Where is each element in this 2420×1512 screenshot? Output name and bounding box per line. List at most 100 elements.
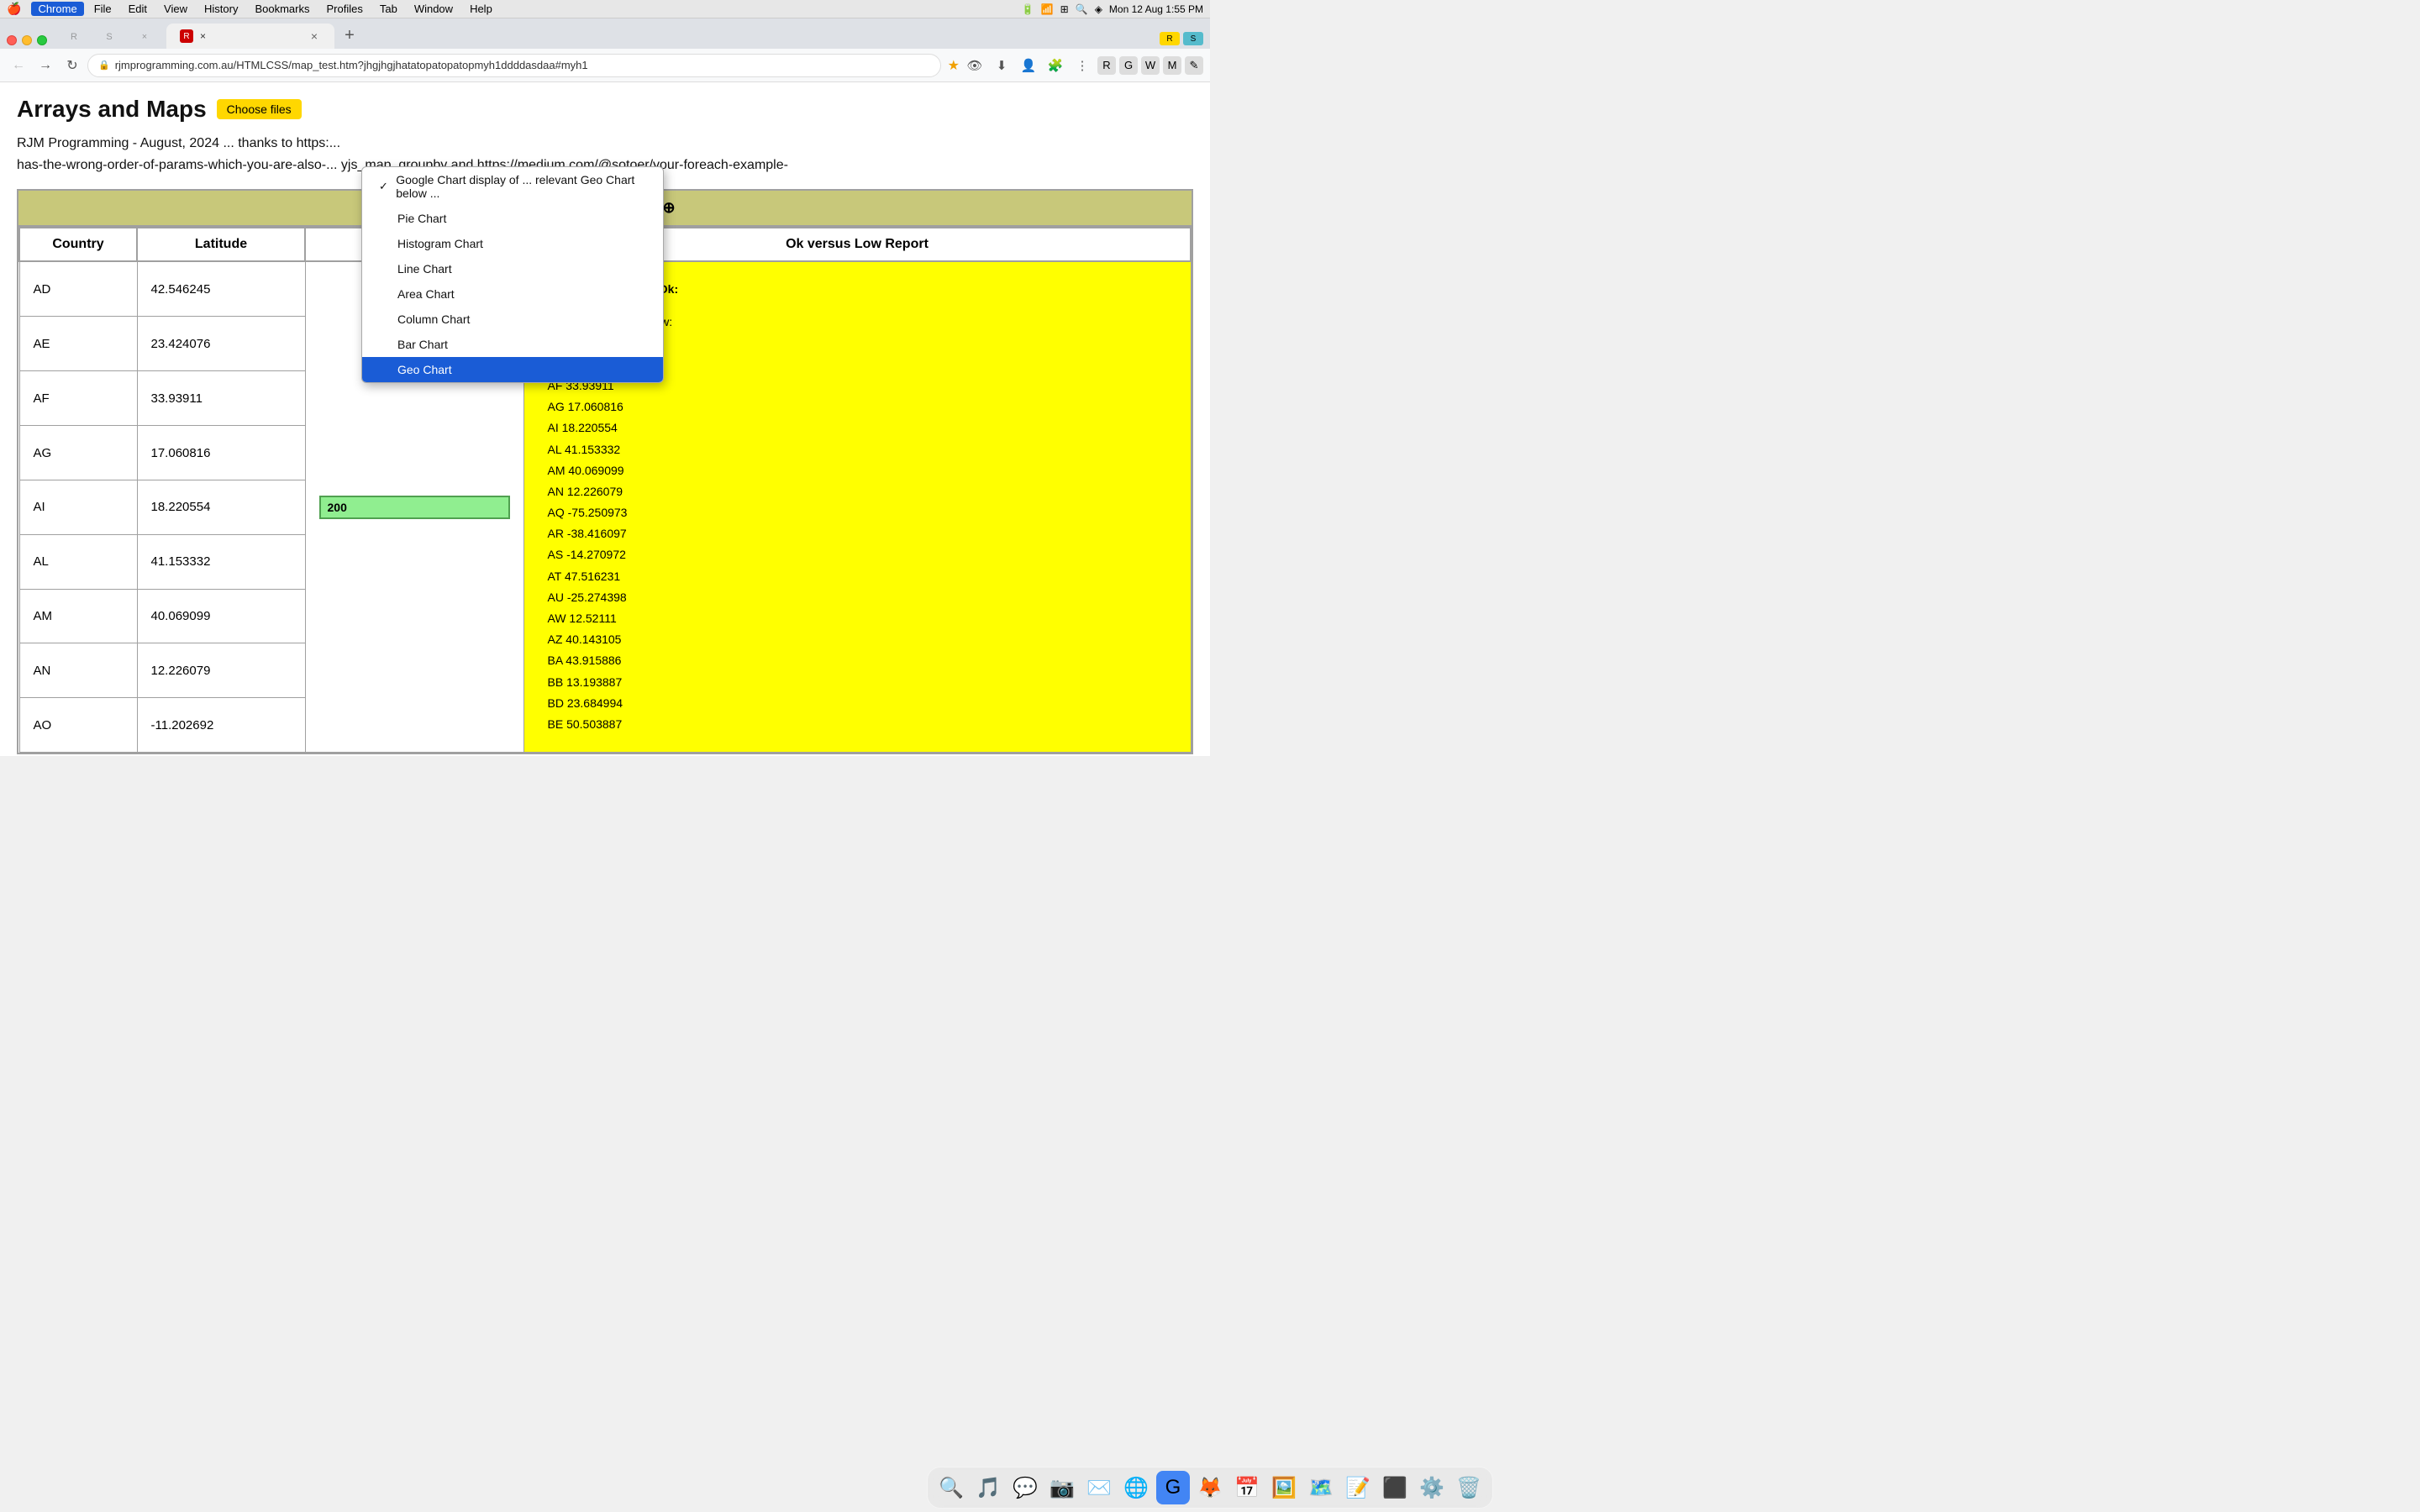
dock-photos[interactable]: 🖼️	[1267, 1471, 1301, 1504]
menu-bar-right: 🔋 📶 ⊞ 🔍 ◈ Mon 12 Aug 1:55 PM	[1022, 3, 1203, 15]
tab-bar: R S × R × × + R S	[0, 18, 1210, 49]
col-latitude: Latitude	[137, 228, 305, 261]
page-content: Arrays and Maps Choose files RJM Program…	[0, 82, 1210, 756]
url-text: rjmprogramming.com.au/HTMLCSS/map_test.h…	[115, 59, 930, 71]
toolbar-ext-2[interactable]: G	[1119, 56, 1138, 75]
profile-icon[interactable]: 👤	[1017, 54, 1040, 77]
dock-finder[interactable]: 🔍	[934, 1471, 968, 1504]
screen-reader-icon[interactable]: 👁	[963, 54, 986, 77]
chrome-window: R S × R × × + R S ← → ↻ 🔒 rjmprogramming…	[0, 18, 1210, 756]
dock-system-prefs[interactable]: ⚙️	[1415, 1471, 1449, 1504]
cell-lat-5: 18.220554	[137, 480, 305, 534]
dropdown-item-histogram[interactable]: Histogram Chart	[362, 231, 663, 256]
low-entry: AT 47.516231	[548, 566, 1167, 587]
forward-button[interactable]: →	[34, 54, 57, 77]
tab-extra-3[interactable]: ×	[128, 25, 161, 49]
control-center-icon[interactable]: ⊞	[1060, 3, 1069, 15]
download-icon[interactable]: ⬇	[990, 54, 1013, 77]
new-tab-button[interactable]: +	[338, 24, 361, 47]
siri-icon[interactable]: ◈	[1095, 3, 1102, 15]
low-entry: AZ 40.143105	[548, 629, 1167, 650]
dock-maps[interactable]: 🗺️	[1304, 1471, 1338, 1504]
choose-files-button[interactable]: Choose files	[217, 99, 302, 119]
dock-music[interactable]: 🎵	[971, 1471, 1005, 1504]
dropdown-item-line[interactable]: Line Chart	[362, 256, 663, 281]
cell-lat-8: 12.226079	[137, 643, 305, 698]
dropdown-item-bar[interactable]: Bar Chart	[362, 332, 663, 357]
dropdown-item-geo[interactable]: Geo Chart	[362, 357, 663, 382]
dock-firefox[interactable]: 🦊	[1193, 1471, 1227, 1504]
low-entry: AW 12.52111	[548, 608, 1167, 629]
dock-chrome[interactable]: G	[1156, 1471, 1190, 1504]
menu-window[interactable]: Window	[408, 2, 460, 16]
cell-country-4: AG	[19, 426, 137, 480]
chrome-menu-icon[interactable]: ⋮	[1071, 54, 1094, 77]
menu-help[interactable]: Help	[463, 2, 499, 16]
cell-country-7: AM	[19, 589, 137, 643]
tab-close-button[interactable]: ×	[308, 29, 321, 43]
tipping-value-input[interactable]	[319, 496, 510, 519]
menu-edit[interactable]: Edit	[122, 2, 154, 16]
menu-file[interactable]: File	[87, 2, 118, 16]
cell-country-9: AO	[19, 698, 137, 753]
dropdown-item-area[interactable]: Area Chart	[362, 281, 663, 307]
cell-country-5: AI	[19, 480, 137, 534]
col-country: Country	[19, 228, 137, 261]
clock: Mon 12 Aug 1:55 PM	[1109, 3, 1203, 15]
cell-country-6: AL	[19, 534, 137, 589]
empty-checkmark	[379, 238, 391, 250]
dropdown-item-label: Line Chart	[397, 262, 452, 276]
menu-view[interactable]: View	[157, 2, 194, 16]
low-entry: AS -14.270972	[548, 544, 1167, 565]
tab-favicon: R	[180, 29, 193, 43]
tab-extra-1[interactable]: R	[57, 25, 91, 49]
dropdown-item-geochart-display[interactable]: ✓ Google Chart display of ... relevant G…	[362, 167, 663, 206]
dock-safari[interactable]: 🌐	[1119, 1471, 1153, 1504]
back-button[interactable]: ←	[7, 54, 30, 77]
toolbar-ext-3[interactable]: W	[1141, 56, 1160, 75]
menu-chrome[interactable]: Chrome	[31, 2, 83, 16]
cell-country-2: AE	[19, 317, 137, 371]
toolbar-ext-1[interactable]: R	[1097, 56, 1116, 75]
traffic-lights	[7, 35, 47, 45]
menu-history[interactable]: History	[197, 2, 245, 16]
cell-lat-4: 17.060816	[137, 426, 305, 480]
close-window-button[interactable]	[7, 35, 17, 45]
menu-bookmarks[interactable]: Bookmarks	[248, 2, 316, 16]
extensions-icon[interactable]: 🧩	[1044, 54, 1067, 77]
dropdown-item-label: Bar Chart	[397, 338, 448, 351]
spotlight-icon[interactable]: 🔍	[1076, 3, 1088, 15]
minimize-window-button[interactable]	[22, 35, 32, 45]
url-bar[interactable]: 🔒 rjmprogramming.com.au/HTMLCSS/map_test…	[87, 54, 941, 77]
menu-profiles[interactable]: Profiles	[319, 2, 369, 16]
apple-menu[interactable]: 🍎	[7, 2, 21, 16]
dock-mail[interactable]: ✉️	[1082, 1471, 1116, 1504]
low-entry: AI 18.220554	[548, 417, 1167, 438]
toolbar-ext-5[interactable]: ✎	[1185, 56, 1203, 75]
dropdown-item-pie[interactable]: Pie Chart	[362, 206, 663, 231]
extension-icon-1[interactable]: R	[1160, 32, 1180, 45]
low-entry: BD 23.684994	[548, 693, 1167, 714]
maximize-window-button[interactable]	[37, 35, 47, 45]
dock-trash[interactable]: 🗑️	[1452, 1471, 1486, 1504]
extension-icon-2[interactable]: S	[1183, 32, 1203, 45]
dock-calendar[interactable]: 📅	[1230, 1471, 1264, 1504]
menu-items: Chrome File Edit View History Bookmarks …	[31, 2, 498, 16]
dock-facetime[interactable]: 📷	[1045, 1471, 1079, 1504]
dock-notes[interactable]: 📝	[1341, 1471, 1375, 1504]
toolbar-ext-4[interactable]: M	[1163, 56, 1181, 75]
dock-terminal[interactable]: ⬛	[1378, 1471, 1412, 1504]
low-entry: BB 13.193887	[548, 672, 1167, 693]
dropdown-item-label: Column Chart	[397, 312, 470, 326]
dropdown-item-column[interactable]: Column Chart	[362, 307, 663, 332]
tab-extra-2[interactable]: S	[92, 25, 126, 49]
security-icon: 🔒	[98, 60, 110, 71]
dock-messages[interactable]: 💬	[1008, 1471, 1042, 1504]
dropdown-item-label: Histogram Chart	[397, 237, 483, 250]
active-tab[interactable]: R × ×	[166, 24, 334, 49]
browser-tools: ★ 👁 ⬇ 👤 🧩 ⋮ R G W M ✎	[948, 54, 1203, 77]
menu-tab[interactable]: Tab	[373, 2, 404, 16]
reload-button[interactable]: ↻	[60, 54, 84, 77]
bookmark-star-icon[interactable]: ★	[948, 57, 960, 74]
dock: 🔍 🎵 💬 📷 ✉️ 🌐 G 🦊 📅 🖼️ 🗺️ 📝 ⬛ ⚙️ 🗑️	[927, 1467, 1493, 1509]
